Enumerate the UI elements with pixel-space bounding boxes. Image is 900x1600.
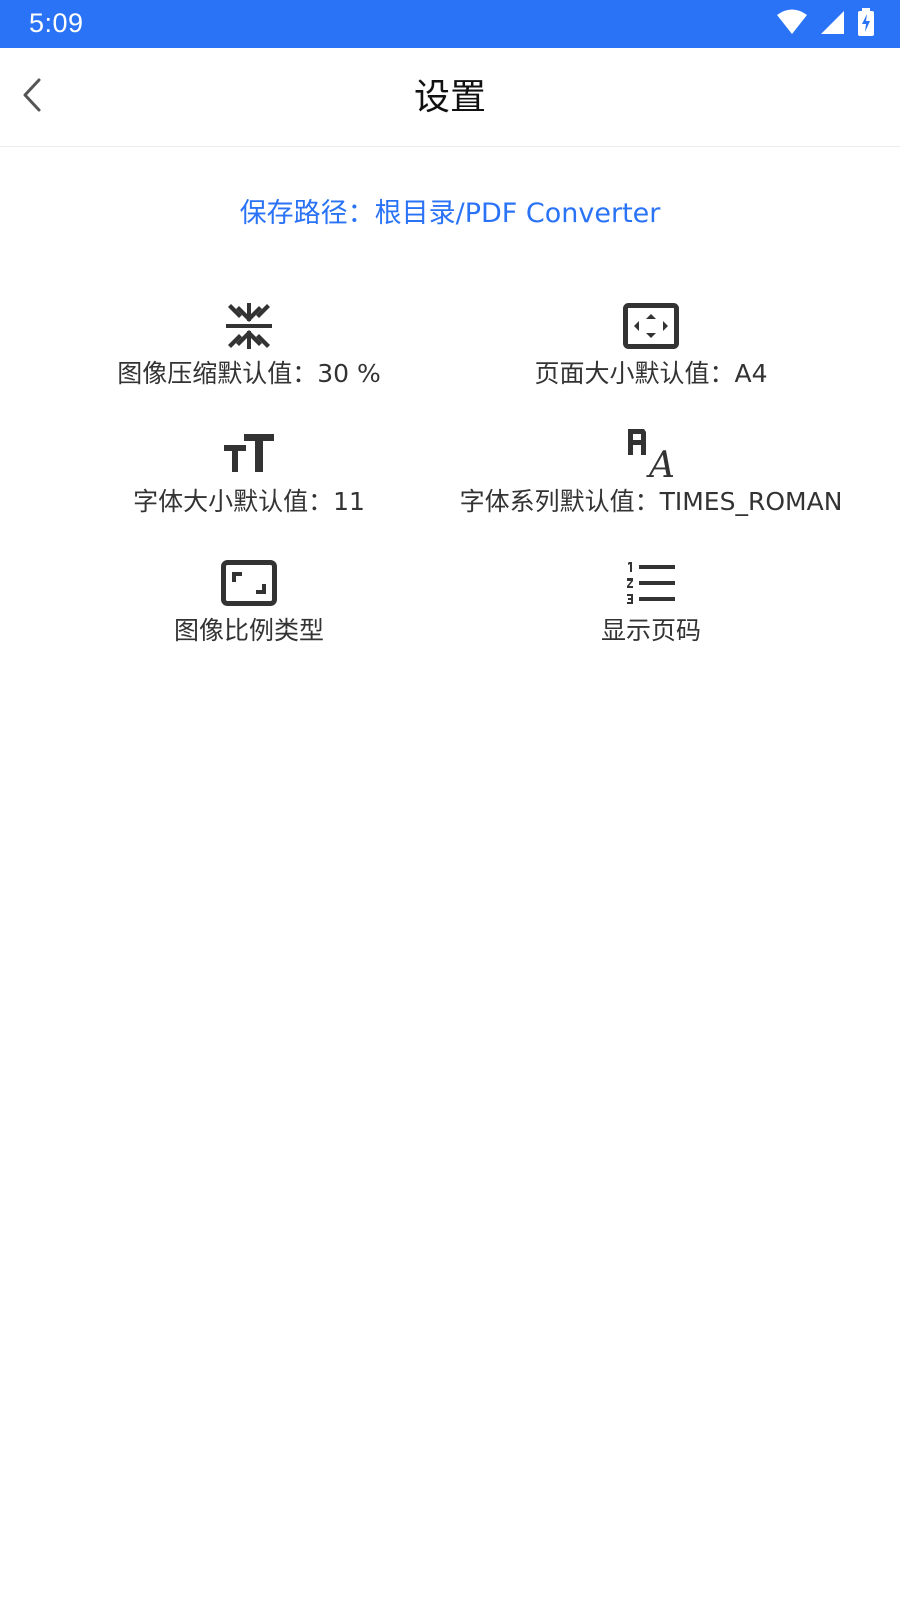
page-title: 设置 [413, 77, 486, 118]
setting-label: 图像压缩默认值：30 % [117, 359, 381, 388]
compress-icon [219, 300, 279, 352]
wifi-icon [776, 9, 808, 39]
setting-font-family[interactable]: A 字体系列默认值：TIMES_ROMAN [450, 428, 852, 538]
status-time: 5:09 [29, 8, 84, 38]
status-bar: 5:09 [0, 0, 900, 48]
setting-font-size[interactable]: 字体大小默认值：11 [48, 428, 450, 538]
setting-label: 字体系列默认值：TIMES_ROMAN [459, 487, 843, 516]
svg-text:A: A [646, 445, 675, 479]
setting-label: 字体大小默认值：11 [133, 487, 365, 516]
aspect-ratio-icon [219, 557, 279, 609]
save-path-link[interactable]: 保存路径：根目录/PDF Converter [0, 196, 900, 232]
setting-label: 页面大小默认值：A4 [534, 359, 768, 388]
numbered-list-icon [621, 557, 681, 609]
page-size-icon [621, 300, 681, 352]
signal-icon [820, 9, 846, 39]
setting-label: 显示页码 [600, 616, 701, 645]
setting-show-page-numbers[interactable]: 显示页码 [450, 557, 852, 667]
setting-image-compression[interactable]: 图像压缩默认值：30 % [48, 300, 450, 410]
setting-image-ratio-type[interactable]: 图像比例类型 [48, 557, 450, 667]
font-family-icon: A [621, 428, 681, 480]
status-icons [776, 8, 874, 40]
setting-label: 图像比例类型 [173, 616, 324, 645]
app-bar: 设置 [0, 48, 900, 147]
setting-page-size[interactable]: 页面大小默认值：A4 [450, 300, 852, 410]
battery-charging-icon [858, 8, 874, 40]
font-size-icon [219, 428, 279, 480]
